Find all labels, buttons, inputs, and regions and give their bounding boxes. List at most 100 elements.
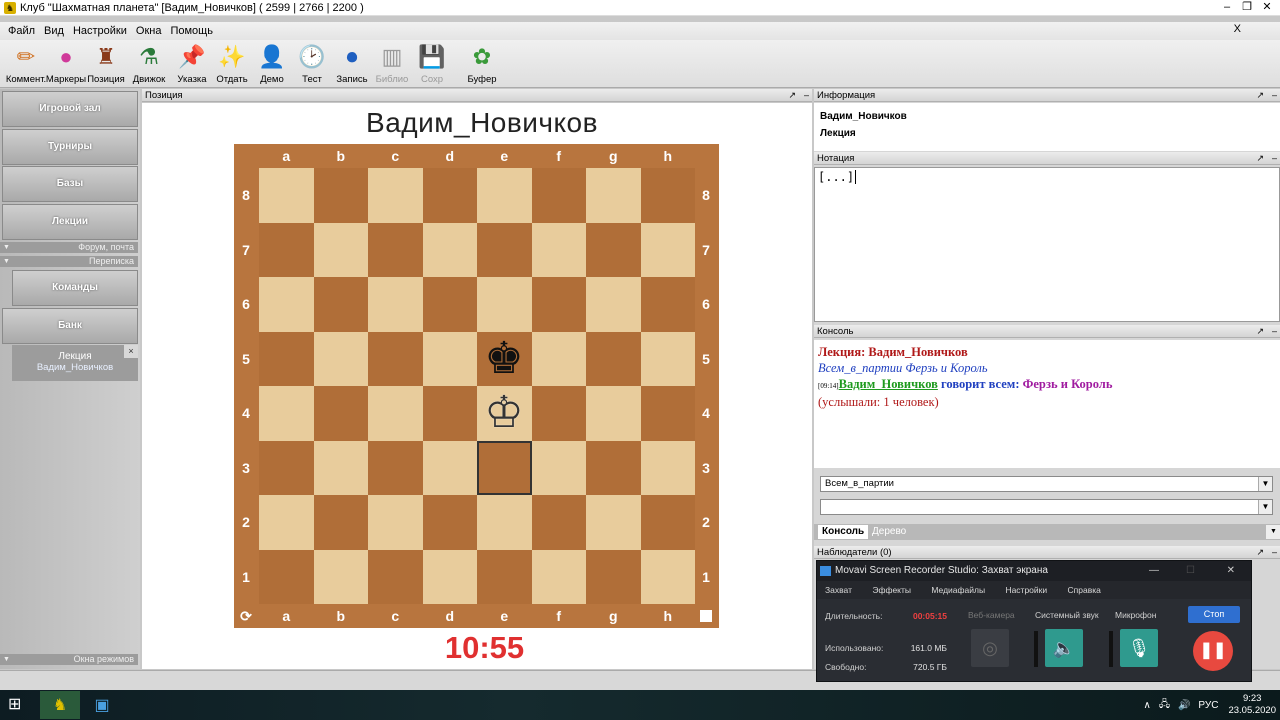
demo-button[interactable]: 👤 Демо xyxy=(252,40,292,86)
sidebar-strip-forum[interactable]: ▼ Форум, почта xyxy=(0,242,138,253)
square-d7[interactable] xyxy=(422,222,477,277)
sidebar-item-bank[interactable]: Банк xyxy=(2,308,138,344)
square-g6[interactable] xyxy=(586,277,641,332)
square-c8[interactable] xyxy=(368,168,423,223)
windows-start-button[interactable]: ⊞ xyxy=(8,696,28,714)
test-button[interactable]: 🕑 Тест xyxy=(292,40,332,86)
record-button[interactable]: ⏺ Запись xyxy=(332,40,372,86)
sidebar-item-teams[interactable]: Команды xyxy=(12,270,138,306)
pause-button[interactable]: ❚❚ xyxy=(1193,631,1233,671)
markers-button[interactable]: ● Маркеры xyxy=(46,40,86,86)
square-b5[interactable] xyxy=(313,331,368,386)
square-c4[interactable] xyxy=(368,386,423,441)
menu-settings[interactable]: Настройки xyxy=(73,25,127,37)
restore-button[interactable]: ❐ xyxy=(1238,0,1256,15)
tabs-menu-icon[interactable]: ▼ xyxy=(1266,525,1280,539)
movavi-menu-settings[interactable]: Настройки xyxy=(1005,585,1047,595)
system-sound-toggle[interactable]: 🔈 xyxy=(1045,629,1083,667)
square-b8[interactable] xyxy=(313,168,368,223)
sidebar-item-game-hall[interactable]: Игровой зал xyxy=(2,91,138,127)
square-d6[interactable] xyxy=(422,277,477,332)
tray-clock[interactable]: 9:23 23.05.2020 xyxy=(1228,693,1276,717)
square-c2[interactable] xyxy=(368,495,423,550)
square-c6[interactable] xyxy=(368,277,423,332)
square-f1[interactable] xyxy=(531,549,586,604)
black-king-piece[interactable]: ♚ xyxy=(477,332,531,386)
user-link[interactable]: Вадим_Новичков xyxy=(839,377,938,391)
tray-chevron-icon[interactable]: ∧ xyxy=(1143,700,1150,711)
minimize-panel-icon[interactable]: ‒ xyxy=(1272,546,1277,559)
minimize-panel-icon[interactable]: ‒ xyxy=(804,89,809,102)
close-window-button[interactable]: ✕ xyxy=(1227,561,1235,581)
square-e1[interactable] xyxy=(477,549,532,604)
square-d5[interactable] xyxy=(422,331,477,386)
menu-file[interactable]: Файл xyxy=(8,25,35,37)
square-h3[interactable] xyxy=(640,440,695,495)
square-d1[interactable] xyxy=(422,549,477,604)
menu-view[interactable]: Вид xyxy=(44,25,64,37)
maximize-button[interactable]: ☐ xyxy=(1186,561,1195,581)
white-king-piece[interactable]: ♔ xyxy=(477,386,531,440)
square-g1[interactable] xyxy=(586,549,641,604)
notation-panel[interactable]: [...] xyxy=(814,167,1280,322)
sidebar-strip-mode-windows[interactable]: ▼ Окна режимов xyxy=(0,654,138,665)
mic-toggle[interactable]: 🎙 xyxy=(1120,629,1158,667)
square-a3[interactable] xyxy=(259,440,314,495)
square-b6[interactable] xyxy=(313,277,368,332)
buffer-button[interactable]: ✿ Буфер xyxy=(462,40,502,86)
save-button[interactable]: 💾 Сохр xyxy=(412,40,452,86)
minimize-panel-icon[interactable]: ‒ xyxy=(1272,152,1277,165)
minimize-panel-icon[interactable]: ‒ xyxy=(1272,89,1277,102)
square-f2[interactable] xyxy=(531,495,586,550)
square-h4[interactable] xyxy=(640,386,695,441)
square-h8[interactable] xyxy=(640,168,695,223)
pin-icon[interactable]: ↗ xyxy=(1256,89,1264,102)
square-a8[interactable] xyxy=(259,168,314,223)
square-f3[interactable] xyxy=(531,440,586,495)
square-e2[interactable] xyxy=(477,495,532,550)
movavi-menu-capture[interactable]: Захват xyxy=(825,585,852,595)
sidebar-item-bases[interactable]: Базы xyxy=(2,166,138,202)
tab-console[interactable]: Консоль xyxy=(818,525,869,539)
square-d4[interactable] xyxy=(422,386,477,441)
pointer-button[interactable]: 📌 Указка xyxy=(172,40,212,86)
square-c5[interactable] xyxy=(368,331,423,386)
network-icon[interactable]: 🖧 xyxy=(1159,697,1170,714)
minimize-panel-icon[interactable]: ‒ xyxy=(1272,325,1277,338)
sidebar-item-lectures[interactable]: Лекции xyxy=(2,204,138,240)
language-indicator[interactable]: РУС xyxy=(1198,700,1218,711)
square-f4[interactable] xyxy=(531,386,586,441)
square-h1[interactable] xyxy=(640,549,695,604)
movavi-menu-effects[interactable]: Эффекты xyxy=(872,585,911,595)
give-button[interactable]: ✨ Отдать xyxy=(212,40,252,86)
library-button[interactable]: ▥ Библио xyxy=(372,40,412,86)
pin-icon[interactable]: ↗ xyxy=(1256,152,1264,165)
comment-button[interactable]: ✏ Коммент. xyxy=(6,40,46,86)
square-e7[interactable] xyxy=(477,222,532,277)
stop-button[interactable]: Стоп xyxy=(1188,606,1240,623)
flip-board-icon[interactable]: ⟳ xyxy=(234,604,258,628)
square-d2[interactable] xyxy=(422,495,477,550)
square-e8[interactable] xyxy=(477,168,532,223)
square-b7[interactable] xyxy=(313,222,368,277)
pin-icon[interactable]: ↗ xyxy=(1256,546,1264,559)
webcam-toggle[interactable]: ◎ xyxy=(971,629,1009,667)
square-a7[interactable] xyxy=(259,222,314,277)
position-button[interactable]: ♜ Позиция xyxy=(86,40,126,86)
square-b4[interactable] xyxy=(313,386,368,441)
sidebar-strip-correspondence[interactable]: ▼ Переписка xyxy=(0,256,138,267)
square-a6[interactable] xyxy=(259,277,314,332)
movavi-menu-media[interactable]: Медиафайлы xyxy=(931,585,985,595)
movavi-menu-help[interactable]: Справка xyxy=(1068,585,1101,595)
square-f7[interactable] xyxy=(531,222,586,277)
square-g3[interactable] xyxy=(586,440,641,495)
tab-tree[interactable]: Дерево xyxy=(868,525,910,539)
square-f5[interactable] xyxy=(531,331,586,386)
engine-button[interactable]: ⚗ Движок xyxy=(126,40,172,86)
message-input[interactable]: ▼ xyxy=(820,499,1273,515)
square-e6[interactable] xyxy=(477,277,532,332)
square-c1[interactable] xyxy=(368,549,423,604)
pin-icon[interactable]: ↗ xyxy=(788,89,796,102)
square-b1[interactable] xyxy=(313,549,368,604)
square-g5[interactable] xyxy=(586,331,641,386)
